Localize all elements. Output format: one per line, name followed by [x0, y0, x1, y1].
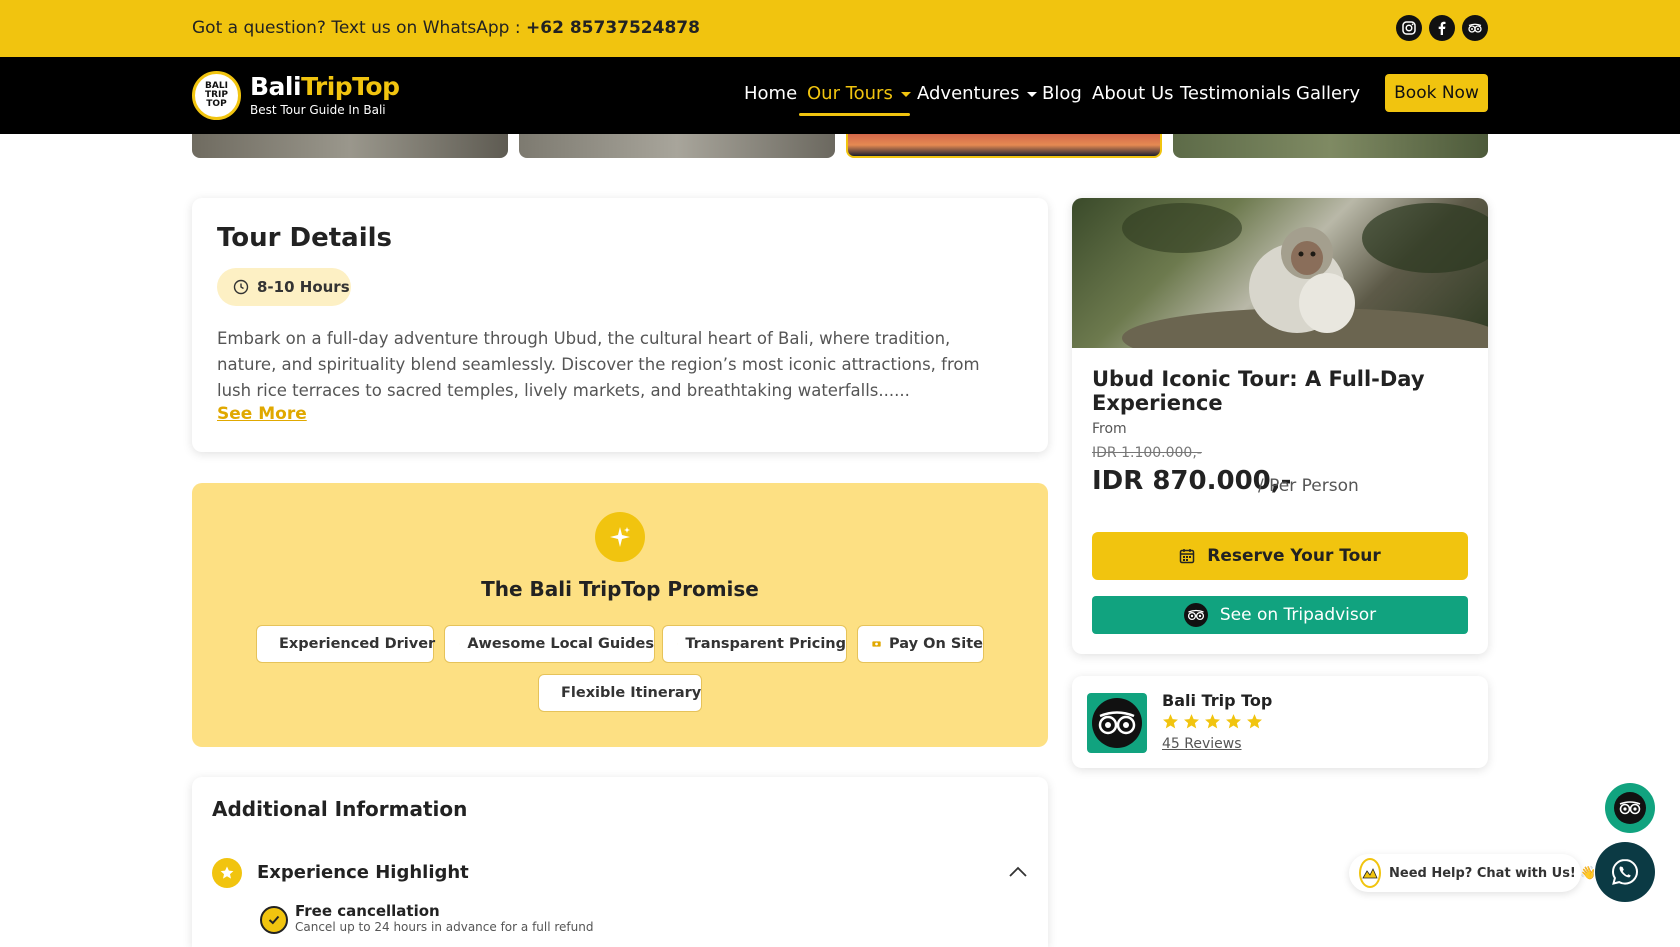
avatar [1359, 858, 1381, 888]
free-cancellation-title: Free cancellation [295, 902, 440, 920]
promise-chip-experienced-driver: Experienced Driver [256, 625, 434, 663]
star-icon [1246, 713, 1263, 730]
promise-title: The Bali TripTop Promise [420, 577, 820, 601]
whatsapp-question: Got a question? Text us on WhatsApp : +6… [192, 18, 700, 38]
chip-label: Experienced Driver [279, 636, 435, 652]
brand-name[interactable]: BaliTripTop [250, 72, 399, 101]
additional-info-title: Additional Information [212, 797, 467, 821]
question-text: Got a question? Text us on WhatsApp : [192, 18, 521, 38]
brand-main: Bali [250, 72, 301, 101]
nav-our-tours[interactable]: Our Tours [807, 83, 911, 104]
gallery-thumbnail[interactable] [1173, 134, 1488, 158]
nav-adventures-label: Adventures [917, 83, 1019, 104]
tripadvisor-label: See on Tripadvisor [1220, 605, 1376, 625]
tripadvisor-logo [1087, 693, 1147, 753]
tripadvisor-icon [1184, 603, 1208, 627]
chip-label: Pay On Site [889, 636, 983, 652]
star-icon [1204, 713, 1221, 730]
chat-help-label: Need Help? Chat with Us! 👋 [1389, 866, 1597, 881]
promise-chip-flexible-itinerary: Flexible Itinerary [538, 674, 702, 712]
nav-testimonials[interactable]: Testimonials [1180, 83, 1291, 104]
clock-icon [233, 279, 249, 295]
whatsapp-chat-button[interactable] [1595, 842, 1655, 902]
reserve-label: Reserve Your Tour [1207, 546, 1381, 566]
whatsapp-phone-link[interactable]: +62 85737524878 [526, 18, 700, 38]
rating-stars [1162, 713, 1263, 730]
brand-accent: TripTop [301, 72, 399, 101]
check-icon [260, 906, 288, 934]
free-cancellation-subtitle: Cancel up to 24 hours in advance for a f… [295, 920, 593, 934]
instagram-icon[interactable] [1396, 15, 1422, 41]
per-person-label: / Per Person [1258, 476, 1359, 496]
promise-chip-pay-on-site: Pay On Site [857, 625, 984, 663]
active-nav-indicator [799, 113, 910, 116]
nav-home-label: Home [744, 83, 797, 104]
gallery-thumbnail[interactable] [192, 134, 508, 158]
promise-chip-local-guides: Awesome Local Guides [444, 625, 655, 663]
see-on-tripadvisor-button[interactable]: See on Tripadvisor [1092, 596, 1468, 634]
nav-gallery-label: Gallery [1296, 83, 1360, 104]
chat-help-pill[interactable]: Need Help? Chat with Us! 👋 [1349, 854, 1581, 892]
nav-blog[interactable]: Blog [1042, 83, 1082, 104]
reviews-count-link[interactable]: 45 Reviews [1162, 736, 1242, 752]
chip-label: Transparent Pricing [685, 636, 846, 652]
experience-highlight-toggle[interactable]: Experience Highlight [257, 862, 469, 883]
nav-blog-label: Blog [1042, 83, 1082, 104]
gallery-thumbnail-active[interactable] [846, 134, 1162, 158]
nav-home[interactable]: Home [744, 83, 797, 104]
gallery-thumbnail[interactable] [519, 134, 835, 158]
contact-bar: Got a question? Text us on WhatsApp : +6… [0, 0, 1680, 57]
site-logo[interactable]: BALI TRIP TOP [192, 71, 241, 120]
from-label: From [1092, 421, 1127, 437]
book-now-button[interactable]: Book Now [1385, 74, 1488, 112]
chevron-down-icon [1027, 92, 1037, 97]
chip-label: Flexible Itinerary [561, 685, 701, 701]
money-icon [872, 638, 881, 650]
see-more-link[interactable]: See More [217, 404, 307, 424]
chevron-down-icon [901, 92, 911, 97]
nav-about-us-label: About Us [1092, 83, 1174, 104]
nav-testimonials-label: Testimonials [1180, 83, 1291, 104]
nav-gallery[interactable]: Gallery [1296, 83, 1360, 104]
tripadvisor-icon[interactable] [1462, 15, 1488, 41]
nav-our-tours-label: Our Tours [807, 83, 893, 104]
star-icon [212, 858, 242, 888]
original-price: IDR 1.100.000,- [1092, 445, 1202, 461]
star-icon [1162, 713, 1179, 730]
nav-adventures[interactable]: Adventures [917, 83, 1037, 104]
star-icon [1183, 713, 1200, 730]
chevron-up-icon[interactable] [1008, 866, 1028, 878]
tour-image-monkey [1072, 198, 1488, 348]
facebook-icon[interactable] [1429, 15, 1455, 41]
chip-label: Awesome Local Guides [467, 636, 654, 652]
tour-details-title: Tour Details [217, 223, 392, 253]
floating-tripadvisor-button[interactable] [1605, 783, 1655, 833]
logo-text: BALI TRIP TOP [195, 82, 238, 109]
whatsapp-icon [1609, 856, 1641, 888]
nav-about-us[interactable]: About Us [1092, 83, 1174, 104]
duration-badge: 8-10 Hours [217, 268, 351, 306]
tour-name: Ubud Iconic Tour: A Full-Day Experience [1092, 367, 1462, 415]
tour-description: Embark on a full-day adventure through U… [217, 326, 997, 404]
calendar-icon [1179, 548, 1195, 564]
sparkle-icon [595, 512, 645, 562]
star-icon [1225, 713, 1242, 730]
reviews-business-name: Bali Trip Top [1162, 691, 1272, 710]
brand-tagline: Best Tour Guide In Bali [250, 103, 386, 117]
reserve-tour-button[interactable]: Reserve Your Tour [1092, 532, 1468, 580]
promise-chip-transparent-pricing: Transparent Pricing [662, 625, 847, 663]
duration-text: 8-10 Hours [257, 278, 350, 296]
